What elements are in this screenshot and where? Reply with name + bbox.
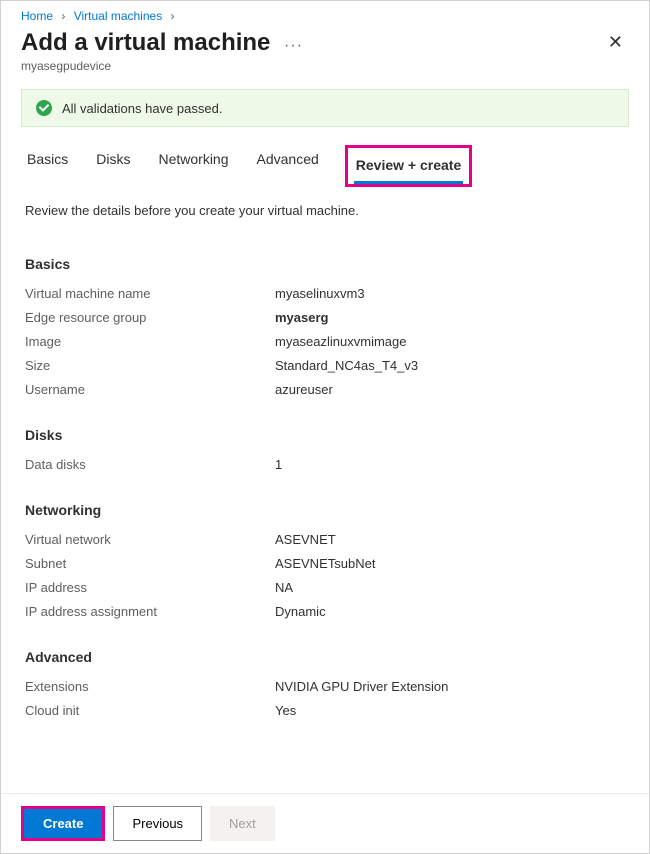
label-cloud-init: Cloud init [25, 703, 275, 718]
label-vm-name: Virtual machine name [25, 286, 275, 301]
section-title-basics: Basics [25, 256, 625, 272]
label-size: Size [25, 358, 275, 373]
label-ip-assignment: IP address assignment [25, 604, 275, 619]
value-resource-group: myaserg [275, 310, 328, 325]
section-disks: Disks Data disks 1 [25, 427, 625, 472]
validation-banner: All validations have passed. [21, 89, 629, 127]
close-icon[interactable]: ✕ [602, 29, 629, 55]
value-cloud-init: Yes [275, 703, 296, 718]
section-title-advanced: Advanced [25, 649, 625, 665]
check-circle-icon [36, 100, 52, 116]
value-size: Standard_NC4as_T4_v3 [275, 358, 418, 373]
breadcrumb: Home › Virtual machines › [1, 1, 649, 27]
review-description: Review the details before you create you… [1, 187, 649, 226]
previous-button[interactable]: Previous [113, 806, 202, 841]
label-virtual-network: Virtual network [25, 532, 275, 547]
tab-advanced[interactable]: Advanced [255, 145, 321, 187]
page-title: Add a virtual machine [21, 29, 270, 56]
label-data-disks: Data disks [25, 457, 275, 472]
label-image: Image [25, 334, 275, 349]
section-advanced: Advanced Extensions NVIDIA GPU Driver Ex… [25, 649, 625, 718]
create-button[interactable]: Create [24, 809, 102, 838]
chevron-right-icon: › [171, 9, 175, 23]
value-subnet: ASEVNETsubNet [275, 556, 375, 571]
tab-networking[interactable]: Networking [156, 145, 230, 187]
label-username: Username [25, 382, 275, 397]
resource-subtitle: myasegpudevice [1, 57, 649, 89]
more-icon[interactable]: ··· [284, 37, 303, 54]
value-data-disks: 1 [275, 457, 282, 472]
tab-basics[interactable]: Basics [25, 145, 70, 187]
tab-review-create[interactable]: Review + create [354, 151, 463, 184]
tab-review-highlight: Review + create [345, 145, 472, 187]
create-button-highlight: Create [21, 806, 105, 841]
next-button: Next [210, 806, 275, 841]
breadcrumb-virtual-machines[interactable]: Virtual machines [74, 9, 163, 23]
value-extensions: NVIDIA GPU Driver Extension [275, 679, 448, 694]
value-username: azureuser [275, 382, 333, 397]
tab-disks[interactable]: Disks [94, 145, 132, 187]
label-resource-group: Edge resource group [25, 310, 275, 325]
label-subnet: Subnet [25, 556, 275, 571]
footer-toolbar: Create Previous Next [1, 793, 649, 853]
value-ip-address: NA [275, 580, 293, 595]
chevron-right-icon: › [61, 9, 65, 23]
value-image: myaseazlinuxvmimage [275, 334, 407, 349]
breadcrumb-home[interactable]: Home [21, 9, 53, 23]
value-vm-name: myaselinuxvm3 [275, 286, 365, 301]
value-ip-assignment: Dynamic [275, 604, 326, 619]
label-extensions: Extensions [25, 679, 275, 694]
section-networking: Networking Virtual network ASEVNET Subne… [25, 502, 625, 619]
validation-message: All validations have passed. [62, 101, 222, 116]
section-basics: Basics Virtual machine name myaselinuxvm… [25, 256, 625, 397]
value-virtual-network: ASEVNET [275, 532, 336, 547]
section-title-disks: Disks [25, 427, 625, 443]
section-title-networking: Networking [25, 502, 625, 518]
tabs: Basics Disks Networking Advanced Review … [1, 145, 649, 187]
label-ip-address: IP address [25, 580, 275, 595]
